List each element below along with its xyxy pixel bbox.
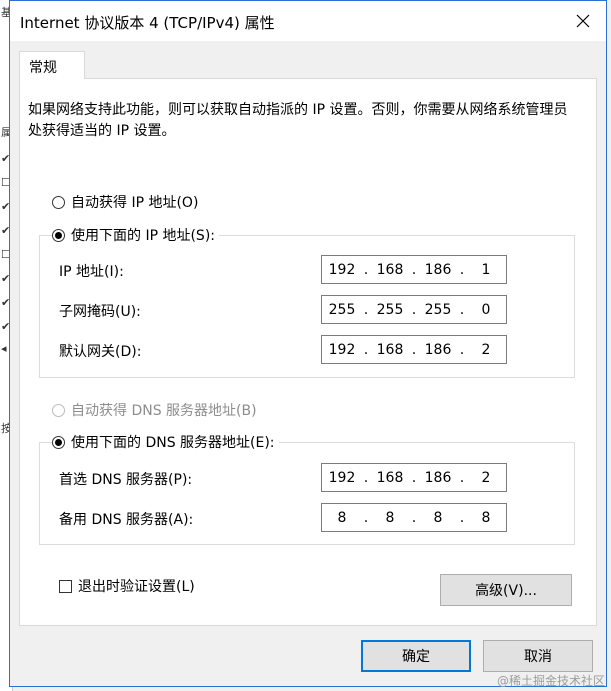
octet: 168 <box>376 261 404 278</box>
validate-on-exit-checkbox[interactable] <box>59 579 72 593</box>
manual-dns-label: 使用下面的 DNS 服务器地址(E): <box>71 435 275 451</box>
octet: 186 <box>424 469 452 486</box>
manual-ip-label: 使用下面的 IP 地址(S): <box>71 228 215 244</box>
close-button[interactable] <box>560 1 606 41</box>
subnet-mask-label: 子网掩码(U): <box>59 304 141 320</box>
ip-address-label: IP 地址(I): <box>59 264 124 280</box>
octet: 255 <box>424 301 452 318</box>
watermark: @稀土掘金技术社区 <box>496 674 605 688</box>
octet: 8 <box>385 509 395 526</box>
octet: 1 <box>481 261 491 278</box>
tab-general[interactable]: 常规 <box>19 51 85 79</box>
ipv4-properties-dialog: Internet 协议版本 4 (TCP/IPv4) 属性 常规 如果网络支持此… <box>9 0 607 687</box>
bg-scroll-arrow[interactable]: ◂ <box>1 342 7 355</box>
manual-dns-option[interactable]: 使用下面的 DNS 服务器地址(E): <box>52 432 279 452</box>
manual-ip-radio[interactable] <box>52 228 65 242</box>
octet: 192 <box>328 469 356 486</box>
ok-button[interactable]: 确定 <box>361 640 471 672</box>
octet: 255 <box>376 301 404 318</box>
default-gateway-field[interactable]: 192. 168. 186. 2 <box>321 335 507 364</box>
octet: 192 <box>328 261 356 278</box>
manual-dns-radio[interactable] <box>52 435 65 449</box>
validate-on-exit-option[interactable]: 退出时验证设置(L) <box>59 576 195 596</box>
auto-dns-label: 自动获得 DNS 服务器地址(B) <box>71 403 257 419</box>
auto-dns-option: 自动获得 DNS 服务器地址(B) <box>52 400 257 420</box>
auto-dns-radio <box>52 403 65 417</box>
advanced-button[interactable]: 高级(V)... <box>440 574 572 606</box>
alternate-dns-label: 备用 DNS 服务器(A): <box>59 512 194 528</box>
tab-general-label: 常规 <box>29 60 57 76</box>
octet: 168 <box>376 469 404 486</box>
octet: 0 <box>481 301 491 318</box>
auto-ip-option[interactable]: 自动获得 IP 地址(O) <box>52 192 198 212</box>
default-gateway-label: 默认网关(D): <box>59 344 142 360</box>
subnet-mask-field[interactable]: 255. 255. 255. 0 <box>321 295 507 324</box>
preferred-dns-label: 首选 DNS 服务器(P): <box>59 472 193 488</box>
auto-ip-radio[interactable] <box>52 195 65 209</box>
octet: 2 <box>481 469 491 486</box>
octet: 8 <box>433 509 443 526</box>
octet: 186 <box>424 341 452 358</box>
cancel-button[interactable]: 取消 <box>483 640 593 672</box>
preferred-dns-field[interactable]: 192. 168. 186. 2 <box>321 463 507 492</box>
dialog-title: Internet 协议版本 4 (TCP/IPv4) 属性 <box>20 14 275 32</box>
manual-ip-option[interactable]: 使用下面的 IP 地址(S): <box>52 225 219 245</box>
octet: 2 <box>481 341 491 358</box>
octet: 192 <box>328 341 356 358</box>
description-text: 如果网络支持此功能，则可以获取自动指派的 IP 设置。否则，你需要从网络系统管理… <box>28 102 568 139</box>
octet: 8 <box>337 509 347 526</box>
octet: 8 <box>481 509 491 526</box>
octet: 255 <box>328 301 356 318</box>
alternate-dns-field[interactable]: 8. 8. 8. 8 <box>321 503 507 532</box>
close-icon <box>576 14 590 28</box>
auto-ip-label: 自动获得 IP 地址(O) <box>71 195 199 211</box>
octet: 186 <box>424 261 452 278</box>
ip-address-field[interactable]: 192. 168. 186. 1 <box>321 255 507 284</box>
title-bar[interactable]: Internet 协议版本 4 (TCP/IPv4) 属性 <box>10 1 606 41</box>
validate-on-exit-label: 退出时验证设置(L) <box>78 579 195 595</box>
octet: 168 <box>376 341 404 358</box>
